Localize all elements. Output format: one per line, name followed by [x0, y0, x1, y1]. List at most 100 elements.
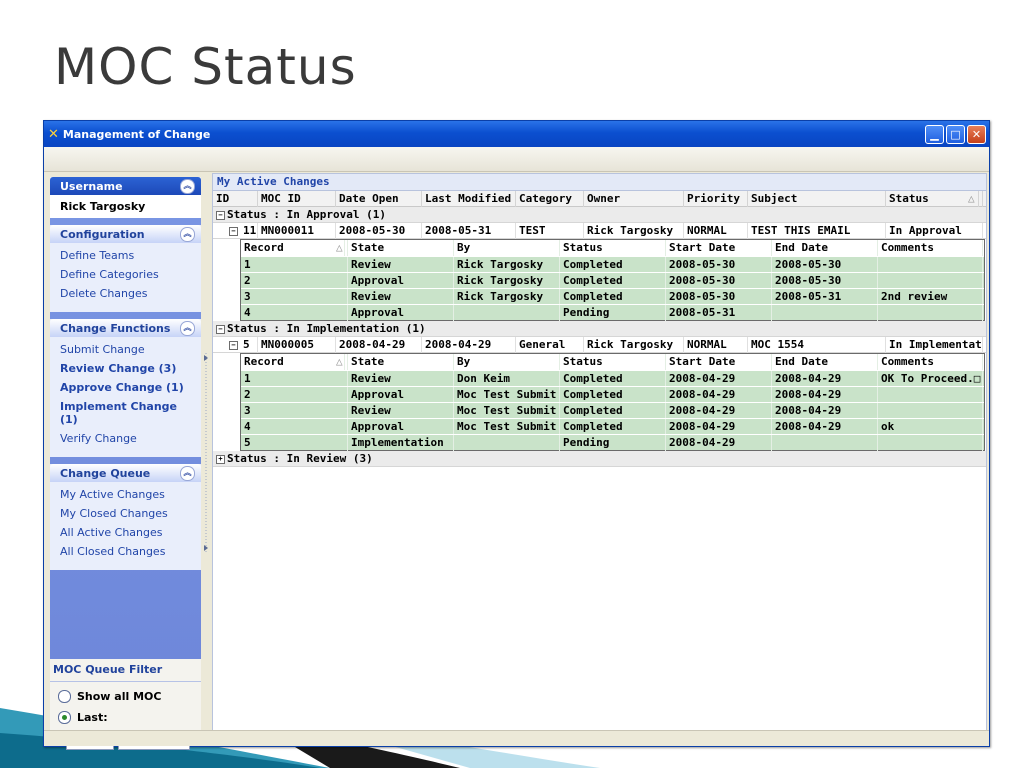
all-closed-changes-link[interactable]: All Closed Changes [60, 545, 191, 558]
subcolumn-header[interactable]: Start Date [666, 240, 772, 256]
username-label: Username [60, 179, 123, 193]
approve-change-link[interactable]: Approve Change (1) [60, 381, 191, 394]
implement-change-link[interactable]: Implement Change (1) [60, 400, 191, 426]
change-functions-panel-header[interactable]: Change Functions ︽ [50, 319, 201, 337]
chevron-up-icon[interactable]: ︽ [180, 320, 195, 336]
subcolumn-header[interactable]: State [348, 354, 454, 370]
configuration-label: Configuration [60, 227, 145, 241]
record-row[interactable]: 2 Approval Rick Targosky Completed 2008-05-3… [241, 272, 984, 289]
chevron-up-icon[interactable]: ︽ [180, 178, 195, 194]
radio-checked-icon[interactable] [58, 711, 71, 724]
collapse-minus-icon[interactable]: − [229, 227, 238, 236]
cell-record: 2 [241, 273, 348, 289]
collapse-minus-icon[interactable]: − [216, 325, 225, 334]
verify-change-link[interactable]: Verify Change [60, 432, 191, 445]
sort-ascending-icon[interactable]: △ [965, 191, 979, 207]
delete-changes-link[interactable]: Delete Changes [60, 287, 191, 300]
sort-ascending-icon[interactable]: △ [333, 240, 345, 256]
record-row[interactable]: 4 Approval Moc Test Submit Completed 2008-04… [241, 418, 984, 435]
cell-category: General [516, 337, 584, 353]
cell-end: 2008-04-29 [772, 403, 878, 419]
record-row[interactable]: 2 Approval Moc Test Submit Completed 2008-04… [241, 386, 984, 403]
app-window: ✕ Management of Change ▁ □ ✕ Username ︽ … [43, 120, 990, 750]
column-header[interactable]: Last Modified [422, 191, 516, 207]
column-header[interactable]: Date Open [336, 191, 422, 207]
splitter-handle[interactable] [204, 353, 210, 553]
record-row[interactable]: 3 Review Moc Test Submit Completed 2008-04-2… [241, 402, 984, 419]
cell-comments: 2nd review [878, 289, 983, 305]
cell-start: 2008-04-29 [666, 371, 772, 387]
record-row[interactable]: 1 Review Don Keim Completed 2008-04-29 2008-0… [241, 370, 984, 387]
group-row[interactable]: − Status : In Implementation (1) [213, 321, 986, 337]
change-queue-panel-header[interactable]: Change Queue ︽ [50, 464, 201, 482]
submit-change-link[interactable]: Submit Change [60, 343, 191, 356]
table-row[interactable]: −5 MN000005 2008-04-29 2008-04-29 General Ric… [213, 337, 986, 353]
subcolumn-header[interactable]: By [454, 354, 560, 370]
cell-record: 1 [241, 371, 348, 387]
cell-state: Review [348, 371, 454, 387]
chevron-up-icon[interactable]: ︽ [180, 226, 195, 242]
cell-owner: Rick Targosky [584, 337, 684, 353]
column-header[interactable]: Owner [584, 191, 684, 207]
column-header[interactable]: ID [213, 191, 258, 207]
my-active-changes-link[interactable]: My Active Changes [60, 488, 191, 501]
cell-end: 2008-04-29 [772, 419, 878, 435]
define-teams-link[interactable]: Define Teams [60, 249, 191, 262]
subcolumn-header[interactable]: Comments [878, 240, 983, 256]
cell-status: In Approval [886, 223, 983, 239]
cell-end: 2008-05-30 [772, 273, 878, 289]
subcolumn-header[interactable]: Status [560, 240, 666, 256]
table-row[interactable]: −11 MN000011 2008-05-30 2008-05-31 TEST Rick … [213, 223, 986, 239]
subcolumn-header[interactable]: Status [560, 354, 666, 370]
cell-by: Rick Targosky [454, 289, 560, 305]
collapse-minus-icon[interactable]: − [229, 341, 238, 350]
minimize-button[interactable]: ▁ [925, 124, 944, 144]
configuration-panel-header[interactable]: Configuration ︽ [50, 225, 201, 243]
last-option[interactable]: Last: [50, 703, 201, 724]
expand-plus-icon[interactable]: + [216, 455, 225, 464]
app-icon: ✕ [48, 126, 59, 142]
username-panel-header[interactable]: Username ︽ [50, 177, 201, 195]
review-change-link[interactable]: Review Change (3) [60, 362, 191, 375]
radio-unchecked-icon[interactable] [58, 690, 71, 703]
group-label: Status : In Approval (1) [227, 208, 386, 221]
subcolumn-header[interactable]: Comments [878, 354, 983, 370]
close-button[interactable]: ✕ [967, 124, 986, 144]
define-categories-link[interactable]: Define Categories [60, 268, 191, 281]
record-subtable: Record State By Status Start Date End Date Com… [240, 353, 985, 451]
record-row[interactable]: 1 Review Rick Targosky Completed 2008-05-30 2… [241, 256, 984, 273]
subcolumn-header[interactable]: Record [241, 240, 348, 256]
subcolumn-header[interactable]: Record [241, 354, 348, 370]
subcolumn-header[interactable]: State [348, 240, 454, 256]
cell-state: Approval [348, 273, 454, 289]
subcolumn-header[interactable]: End Date [772, 240, 878, 256]
record-row[interactable]: 4 Approval Pending 2008-05-31 [241, 304, 984, 321]
column-header[interactable]: Priority [684, 191, 748, 207]
all-active-changes-link[interactable]: All Active Changes [60, 526, 191, 539]
group-row[interactable]: − Status : In Approval (1) [213, 207, 986, 223]
my-closed-changes-link[interactable]: My Closed Changes [60, 507, 191, 520]
maximize-button[interactable]: □ [946, 124, 965, 144]
cell-state: Implementation [348, 435, 454, 451]
subcolumn-header[interactable]: By [454, 240, 560, 256]
record-row[interactable]: 5 Implementation Pending 2008-04-29 [241, 434, 984, 451]
window-titlebar[interactable]: ✕ Management of Change ▁ □ ✕ [44, 121, 989, 147]
cell-by: Rick Targosky [454, 273, 560, 289]
subcolumn-header[interactable]: End Date [772, 354, 878, 370]
subcolumn-header[interactable]: Start Date [666, 354, 772, 370]
cell-date-open: 2008-05-30 [336, 223, 422, 239]
main-title: My Active Changes [213, 174, 986, 191]
sort-ascending-icon[interactable]: △ [333, 354, 345, 370]
column-header[interactable]: Category [516, 191, 584, 207]
cell-status: Pending [560, 305, 666, 321]
column-header[interactable]: Subject [748, 191, 886, 207]
group-row-in-review[interactable]: + Status : In Review (3) [213, 451, 986, 467]
record-row[interactable]: 3 Review Rick Targosky Completed 2008-05-30 2… [241, 288, 984, 305]
show-all-option[interactable]: Show all MOC [50, 682, 201, 703]
chevron-up-icon[interactable]: ︽ [180, 465, 195, 481]
cell-status: Completed [560, 289, 666, 305]
collapse-minus-icon[interactable]: − [216, 211, 225, 220]
column-header[interactable]: MOC ID [258, 191, 336, 207]
cell-comments: OK To Proceed.□ [878, 371, 983, 387]
cell-end: 2008-04-29 [772, 371, 878, 387]
